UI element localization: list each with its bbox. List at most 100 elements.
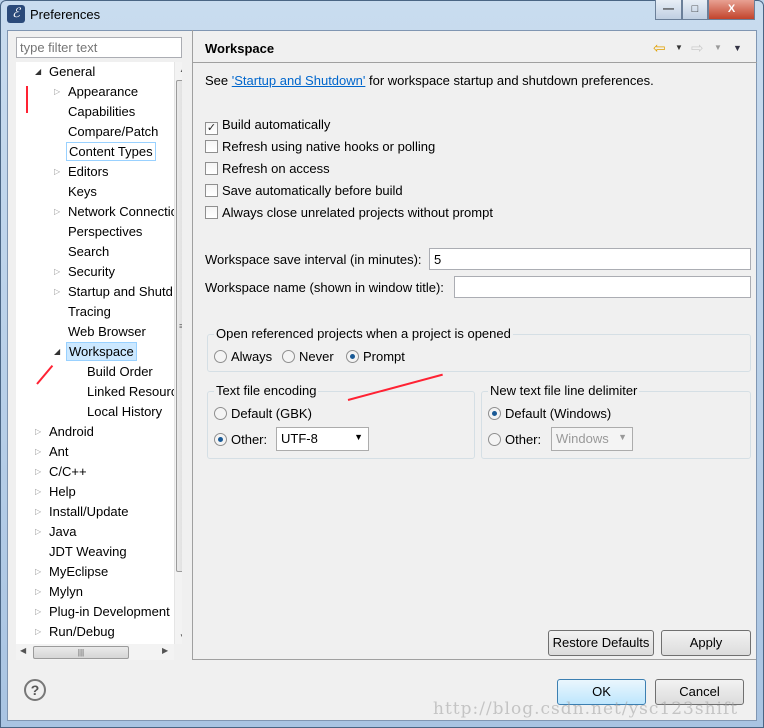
checkbox-option[interactable]: Always close unrelated projects without … xyxy=(205,205,493,220)
tree-item[interactable]: ▷ Run/Debug xyxy=(35,622,117,642)
help-icon[interactable]: ? xyxy=(24,679,46,701)
close-button[interactable]: X xyxy=(708,0,755,20)
tree-item-label: Linked Resource xyxy=(87,384,182,399)
maximize-button[interactable]: □ xyxy=(682,0,708,20)
collapsed-icon[interactable]: ▷ xyxy=(54,162,60,182)
tree-item-label: Ant xyxy=(49,444,69,459)
collapsed-icon[interactable]: ▷ xyxy=(54,262,60,282)
tree-item[interactable]: ▷ Plug-in Development xyxy=(35,602,172,622)
open-referenced-group: Open referenced projects when a project … xyxy=(207,326,751,372)
save-interval-input[interactable] xyxy=(429,248,751,270)
collapsed-icon[interactable]: ▷ xyxy=(35,422,41,442)
tree-item[interactable]: Web Browser xyxy=(66,322,148,342)
collapsed-icon[interactable]: ▷ xyxy=(54,82,60,102)
collapsed-icon[interactable]: ▷ xyxy=(35,482,41,502)
radio-prompt[interactable]: Prompt xyxy=(346,349,405,364)
checkbox-option[interactable]: Refresh using native hooks or polling xyxy=(205,139,435,154)
collapsed-icon[interactable]: ▷ xyxy=(54,202,60,222)
tree-item[interactable]: ◢ Workspace xyxy=(54,342,137,362)
tree-item[interactable]: Compare/Patch xyxy=(66,122,160,142)
startup-shutdown-link[interactable]: 'Startup and Shutdown' xyxy=(232,73,366,88)
tree-item[interactable]: ▷ Help xyxy=(35,482,78,502)
tree-item[interactable]: ▷ Install/Update xyxy=(35,502,131,522)
tree-item[interactable]: Linked Resource xyxy=(85,382,182,402)
checkbox-label: Save automatically before build xyxy=(222,183,403,198)
scroll-down-icon[interactable]: ▼ xyxy=(179,632,182,641)
tree-item[interactable]: Tracing xyxy=(66,302,113,322)
forward-icon[interactable]: ⇨ xyxy=(691,39,704,57)
encoding-default-radio[interactable]: Default (GBK) xyxy=(214,406,312,421)
back-menu-icon[interactable]: ▼ xyxy=(675,43,683,52)
tree-item[interactable]: JDT Weaving xyxy=(47,542,129,562)
scroll-thumb[interactable]: ≡ xyxy=(176,80,182,572)
tree-item[interactable]: Capabilities xyxy=(66,102,137,122)
tree-item[interactable]: ▷ Android xyxy=(35,422,96,442)
tree-item[interactable]: ◢ General xyxy=(35,62,97,82)
minimize-button[interactable]: — xyxy=(655,0,682,20)
expanded-icon[interactable]: ◢ xyxy=(35,62,41,82)
checkbox[interactable] xyxy=(205,184,218,197)
annotation-arrow xyxy=(26,86,28,113)
hscroll-thumb[interactable]: ||| xyxy=(33,646,129,659)
workspace-name-label: Workspace name (shown in window title): xyxy=(205,280,444,295)
tree-item[interactable]: Perspectives xyxy=(66,222,144,242)
save-interval-label: Workspace save interval (in minutes): xyxy=(205,252,422,267)
radio-always[interactable]: Always xyxy=(214,349,272,364)
tree-item[interactable]: ▷ Network Connectio xyxy=(54,202,180,222)
checkbox-option[interactable]: Refresh on access xyxy=(205,161,330,176)
tree-vertical-scrollbar[interactable]: ▲ ≡ ▼ xyxy=(174,62,182,644)
collapsed-icon[interactable]: ▷ xyxy=(35,622,41,642)
tree-item[interactable]: Search xyxy=(66,242,111,262)
tree-item[interactable]: ▷ Startup and Shutd xyxy=(54,282,175,302)
back-icon[interactable]: ⇦ xyxy=(653,39,666,57)
tree-item-label: Security xyxy=(68,264,115,279)
tree-item-label: Java xyxy=(49,524,77,539)
tree-item[interactable]: ▷ Mylyn xyxy=(35,582,85,602)
tree-item-label: MyEclipse xyxy=(49,564,109,579)
collapsed-icon[interactable]: ▷ xyxy=(35,442,41,462)
expanded-icon[interactable]: ◢ xyxy=(54,342,60,362)
tree-item[interactable]: Keys xyxy=(66,182,99,202)
checkbox[interactable] xyxy=(205,140,218,153)
tree-item[interactable]: Local History xyxy=(85,402,164,422)
tree-item[interactable]: ▷ Java xyxy=(35,522,78,542)
encoding-other-radio[interactable]: Other: xyxy=(214,432,267,447)
delimiter-default-radio[interactable]: Default (Windows) xyxy=(488,406,611,421)
forward-menu-icon[interactable]: ▼ xyxy=(714,43,722,52)
collapsed-icon[interactable]: ▷ xyxy=(35,562,41,582)
tree-item[interactable]: ▷ Ant xyxy=(35,442,71,462)
scroll-left-icon[interactable]: ◀ xyxy=(20,646,26,655)
tree-item[interactable]: ▷ Security xyxy=(54,262,117,282)
filter-input[interactable] xyxy=(16,37,182,58)
checkbox[interactable]: ✓ xyxy=(205,122,218,135)
tree-item[interactable]: Content Types xyxy=(66,142,156,162)
collapsed-icon[interactable]: ▷ xyxy=(35,522,41,542)
startup-note: See 'Startup and Shutdown' for workspace… xyxy=(205,73,654,88)
collapsed-icon[interactable]: ▷ xyxy=(35,462,41,482)
tree-item[interactable]: ▷ Appearance xyxy=(54,82,140,102)
collapsed-icon[interactable]: ▷ xyxy=(54,282,60,302)
restore-defaults-button[interactable]: Restore Defaults xyxy=(548,630,654,656)
tree-horizontal-scrollbar[interactable]: ◀ ||| ▶ xyxy=(16,644,174,660)
workspace-name-input[interactable] xyxy=(454,276,751,298)
delimiter-other-radio[interactable]: Other: xyxy=(488,432,541,447)
checkbox[interactable] xyxy=(205,206,218,219)
collapsed-icon[interactable]: ▷ xyxy=(35,602,41,622)
tree-item[interactable]: Build Order xyxy=(85,362,155,382)
checkbox-option[interactable]: Save automatically before build xyxy=(205,183,403,198)
radio-never[interactable]: Never xyxy=(282,349,334,364)
encoding-select[interactable]: UTF-8 ▼ xyxy=(276,427,369,451)
apply-button[interactable]: Apply xyxy=(661,630,751,656)
tree-item[interactable]: ▷ C/C++ xyxy=(35,462,89,482)
tree-item[interactable]: ▷ MyEclipse xyxy=(35,562,110,582)
view-menu-icon[interactable]: ▼ xyxy=(733,43,742,53)
scroll-right-icon[interactable]: ▶ xyxy=(162,646,168,655)
collapsed-icon[interactable]: ▷ xyxy=(35,502,41,522)
checkbox-option[interactable]: ✓ Build automatically xyxy=(205,117,330,135)
checkbox[interactable] xyxy=(205,162,218,175)
scroll-up-icon[interactable]: ▲ xyxy=(179,65,182,74)
preference-tree: ▷ Run/Debug ▷ Plug-in Development ▷ Mylyn ▷ MyE… xyxy=(16,62,182,644)
tree-item[interactable]: ▷ Editors xyxy=(54,162,110,182)
delimiter-select[interactable]: Windows ▼ xyxy=(551,427,633,451)
collapsed-icon[interactable]: ▷ xyxy=(35,582,41,602)
